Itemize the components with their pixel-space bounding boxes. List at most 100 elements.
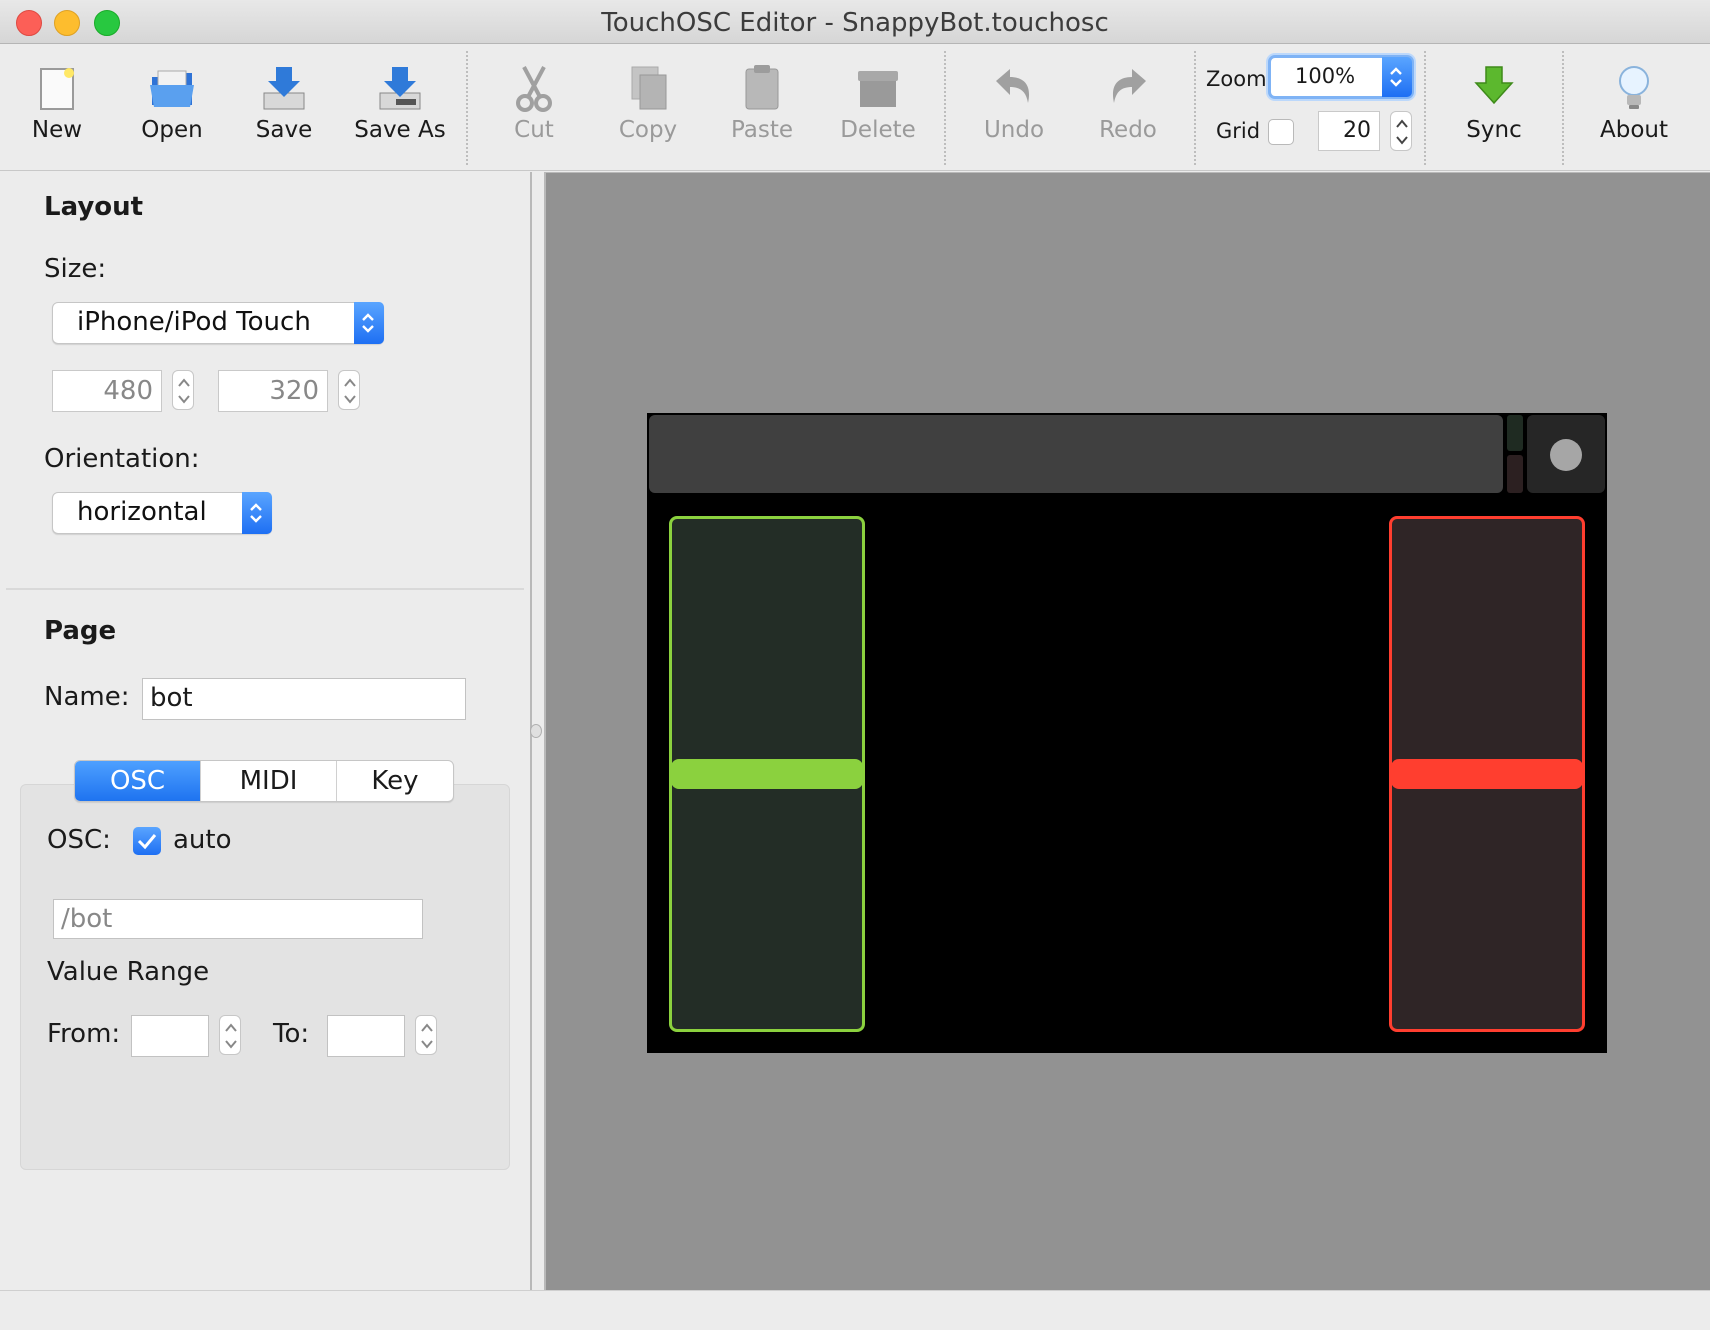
orientation-select-value: horizontal [77, 497, 207, 527]
redo-arrow-icon [1112, 69, 1146, 103]
zoom-value: 100% [1295, 64, 1356, 88]
from-stepper[interactable] [219, 1015, 241, 1055]
toolbar-separator [944, 51, 946, 165]
right-fader-handle[interactable] [1391, 759, 1583, 789]
device-status-bar [649, 415, 1503, 493]
page-tabs: OSC MIDI Key [74, 760, 454, 802]
cut-button[interactable]: Cut [488, 45, 580, 171]
save-button[interactable]: Save [236, 45, 332, 171]
copy-button[interactable]: Copy [600, 45, 696, 171]
layout-canvas[interactable] [544, 172, 1710, 1290]
trash-icon [858, 71, 898, 107]
height-field[interactable]: 320 [218, 370, 328, 412]
tab-key[interactable]: Key [337, 761, 453, 801]
copy-icon [631, 66, 667, 110]
delete-button[interactable]: Delete [828, 45, 928, 171]
stepper-arrows-icon [421, 1023, 433, 1049]
size-select-value: iPhone/iPod Touch [77, 307, 311, 337]
save-as-button[interactable]: Save As [344, 45, 456, 171]
updown-chevron-icon [250, 503, 262, 523]
grid-label: Grid [1216, 119, 1261, 143]
height-stepper[interactable] [338, 370, 360, 410]
clipboard-icon [745, 65, 779, 110]
auto-label: auto [173, 825, 232, 855]
stepper-arrows-icon [1396, 119, 1408, 145]
window-title: TouchOSC Editor - SnappyBot.touchosc [601, 8, 1109, 38]
page-name-label: Name: [44, 682, 130, 712]
open-folder-icon [150, 70, 194, 107]
paste-button[interactable]: Paste [714, 45, 810, 171]
new-button[interactable]: New [12, 45, 102, 171]
width-stepper[interactable] [172, 370, 194, 410]
connection-indicator-green [1507, 415, 1523, 451]
status-strip [0, 1290, 1710, 1330]
right-fader[interactable] [1389, 516, 1585, 1032]
section-divider [6, 588, 524, 590]
title-bar: TouchOSC Editor - SnappyBot.touchosc [0, 0, 1710, 44]
grid-size-field[interactable]: 20 [1318, 111, 1380, 151]
updown-chevron-icon [1390, 67, 1402, 87]
new-document-icon [40, 68, 74, 110]
delete-label: Delete [840, 117, 916, 143]
about-label: About [1599, 117, 1668, 143]
left-fader-handle[interactable] [671, 759, 863, 789]
cut-label: Cut [514, 117, 554, 143]
connection-indicator-red [1507, 455, 1523, 493]
value-range-label: Value Range [47, 957, 210, 987]
redo-button[interactable]: Redo [1080, 45, 1176, 171]
save-as-icon [379, 67, 421, 110]
page-dot-icon [1550, 439, 1582, 471]
open-label: Open [141, 117, 203, 143]
size-dropdown-arrow[interactable] [354, 302, 384, 344]
zoom-label: Zoom [1206, 67, 1267, 91]
width-field[interactable]: 480 [52, 370, 162, 412]
device-screen[interactable] [647, 413, 1607, 1053]
page-indicator-area [1527, 415, 1605, 493]
save-label: Save [255, 117, 313, 143]
toolbar-separator [1194, 51, 1196, 165]
toolbar-separator [1424, 51, 1426, 165]
save-icon [263, 67, 305, 110]
stepper-arrows-icon [344, 378, 356, 404]
undo-label: Undo [983, 117, 1045, 143]
left-fader[interactable] [669, 516, 865, 1032]
zoom-dropdown-arrow[interactable] [1382, 57, 1412, 97]
paste-label: Paste [730, 117, 794, 143]
tab-osc[interactable]: OSC [75, 761, 201, 801]
redo-label: Redo [1099, 117, 1157, 143]
orientation-label: Orientation: [44, 444, 200, 474]
osc-label: OSC: [47, 825, 111, 855]
osc-auto-checkbox[interactable] [133, 827, 161, 855]
grid-checkbox[interactable] [1268, 119, 1294, 145]
osc-address-input[interactable]: /bot [53, 899, 423, 939]
page-name-input[interactable]: bot [142, 678, 466, 720]
layout-heading: Layout [44, 192, 144, 222]
tab-content-panel: OSC: auto /bot Value Range From: To: [20, 784, 510, 1170]
copy-label: Copy [618, 117, 678, 143]
from-label: From: [47, 1019, 121, 1049]
undo-arrow-icon [996, 69, 1030, 103]
new-label: New [31, 117, 83, 143]
sync-button[interactable]: Sync [1444, 45, 1544, 171]
to-stepper[interactable] [415, 1015, 437, 1055]
toolbar-separator [466, 51, 468, 165]
splitter-handle[interactable] [530, 724, 542, 738]
orientation-dropdown-arrow[interactable] [242, 492, 272, 534]
open-button[interactable]: Open [124, 45, 220, 171]
grid-size-stepper[interactable] [1390, 111, 1412, 151]
to-input[interactable] [327, 1015, 405, 1057]
toolbar: New Open Save Save As Cut Copy Paste Del… [0, 45, 1710, 171]
undo-button[interactable]: Undo [966, 45, 1062, 171]
sync-label: Sync [1466, 117, 1522, 143]
sync-down-arrow-icon [1474, 66, 1514, 105]
save-as-label: Save As [354, 117, 446, 143]
zoom-select[interactable]: 100% [1268, 55, 1414, 99]
about-button[interactable]: About [1584, 45, 1684, 171]
checkmark-icon [137, 834, 157, 850]
orientation-select[interactable]: horizontal [52, 492, 272, 534]
size-label: Size: [44, 254, 107, 284]
tab-midi[interactable]: MIDI [201, 761, 337, 801]
size-select[interactable]: iPhone/iPod Touch [52, 302, 384, 344]
properties-panel: Layout Size: iPhone/iPod Touch 480 320 O… [0, 172, 532, 1290]
from-input[interactable] [131, 1015, 209, 1057]
